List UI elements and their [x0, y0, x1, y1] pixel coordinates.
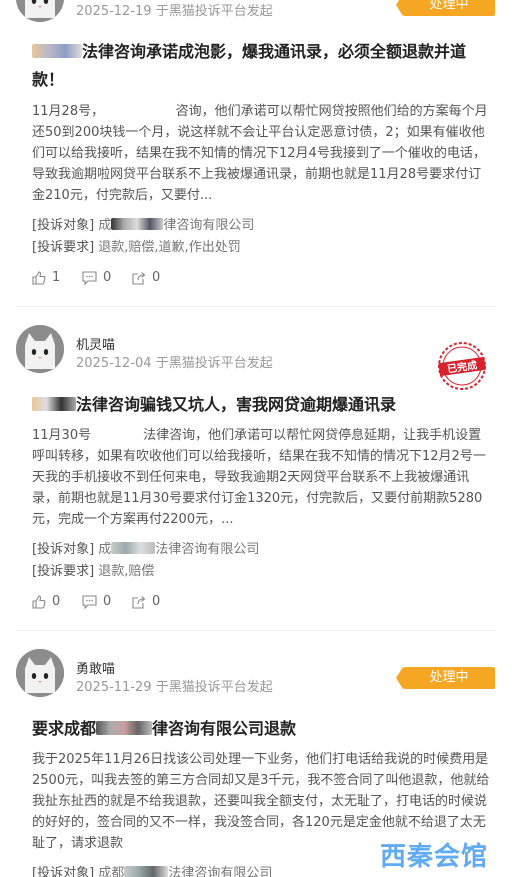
post-actions: 0 0 0: [32, 594, 182, 609]
cat-avatar-icon: [16, 325, 64, 373]
thumb-up-icon: [32, 594, 46, 609]
post-body: 11月28号， 咨询，他们承诺可以帮忙网贷按照他们给的方案每个月还50到200块…: [32, 104, 488, 203]
complaint-request: [投诉要求] 退款,赔偿,道歉,作出处罚: [32, 236, 241, 255]
redacted-text: [111, 542, 156, 554]
comment-count: 0: [103, 270, 112, 285]
post-date: 2025-12-04: [76, 356, 152, 371]
field-value: 成: [98, 218, 112, 233]
comment-count: 0: [103, 594, 112, 609]
post-title-text: 法律咨询骗钱又坑人，害我网贷逾期爆通讯录: [76, 395, 397, 414]
like-count: 0: [52, 594, 61, 609]
avatar[interactable]: [16, 325, 64, 373]
field-label: [投诉对象]: [32, 542, 95, 557]
post-date: 2025-12-19: [76, 4, 152, 19]
cat-avatar-icon: [16, 649, 64, 697]
username[interactable]: 机灵喵: [76, 334, 115, 353]
status-badge: 处理中: [396, 667, 495, 689]
like-count: 1: [52, 270, 61, 285]
field-value: 成都: [98, 866, 125, 877]
redacted-text: [111, 218, 164, 230]
complaint-target: [投诉对象] 成 法律咨询有限公司: [32, 538, 259, 557]
field-value: 成: [98, 542, 112, 557]
redacted-text: [32, 397, 76, 411]
status-badge-label: 处理中: [429, 0, 469, 12]
username[interactable]: 勇敢喵: [76, 658, 115, 677]
field-value: 退款,赔偿,道歉,作出处罚: [98, 240, 241, 255]
post-date: 2025-11-29: [76, 680, 152, 695]
thumb-up-icon: [32, 270, 46, 285]
field-label: [投诉对象]: [32, 866, 95, 877]
comment-button[interactable]: 0: [82, 270, 132, 285]
post-title[interactable]: 要求成都 律咨询有限公司退款: [32, 715, 494, 743]
complaint-request: [投诉要求] 退款,赔偿: [32, 560, 154, 579]
post-source: 于黑猫投诉平台发起: [155, 4, 273, 19]
field-value: 法律咨询有限公司: [168, 866, 273, 877]
field-label: [投诉要求]: [32, 240, 95, 255]
divider: [16, 630, 496, 631]
post-source: 于黑猫投诉平台发起: [155, 356, 273, 371]
post-title[interactable]: 法律咨询骗钱又坑人，害我网贷逾期爆通讯录: [32, 391, 494, 419]
cat-avatar-icon: [16, 0, 64, 22]
post-title-text: 法律咨询承诺成泡影，爆我通讯录，必须全额退款并道款！: [32, 42, 467, 89]
post-title-text: 要求成都: [32, 719, 97, 738]
field-value: 律咨询有限公司: [163, 218, 255, 233]
redacted-text: [32, 44, 82, 58]
share-count: 0: [152, 594, 161, 609]
like-button[interactable]: 0: [32, 594, 82, 609]
post-title[interactable]: 法律咨询承诺成泡影，爆我通讯录，必须全额退款并道款！: [32, 38, 494, 94]
completed-stamp-icon: 已完成: [437, 341, 487, 391]
share-button[interactable]: 0: [132, 594, 182, 609]
post-meta: 2025-11-29 于黑猫投诉平台发起: [76, 676, 273, 695]
post-source: 于黑猫投诉平台发起: [155, 680, 273, 695]
post-meta: 2025-12-04 于黑猫投诉平台发起: [76, 352, 273, 371]
share-icon: [132, 271, 146, 285]
avatar[interactable]: [16, 649, 64, 697]
field-label: [投诉对象]: [32, 218, 95, 233]
redacted-text: [96, 721, 153, 735]
field-value: 法律咨询有限公司: [155, 542, 260, 557]
divider: [16, 306, 496, 307]
status-badge: 处理中: [396, 0, 495, 16]
comment-button[interactable]: 0: [82, 594, 132, 609]
field-label: [投诉要求]: [32, 564, 95, 579]
share-count: 0: [152, 270, 161, 285]
post-actions: 1 0 0: [32, 270, 182, 285]
share-button[interactable]: 0: [132, 270, 182, 285]
comment-icon: [82, 594, 97, 609]
post-body: 11月30号 法律咨询，他们承诺可以帮忙网贷停息延期，让我手机设置呼叫转移，如果…: [32, 428, 486, 527]
post-meta: 2025-12-19 于黑猫投诉平台发起: [76, 0, 273, 19]
status-badge-label: 处理中: [429, 670, 469, 685]
share-icon: [132, 595, 146, 609]
post-title-text: 律咨询有限公司退款: [152, 719, 297, 738]
avatar[interactable]: [16, 0, 64, 22]
field-value: 退款,赔偿: [98, 564, 155, 579]
comment-icon: [82, 270, 97, 285]
like-button[interactable]: 1: [32, 270, 82, 285]
complaint-target: [投诉对象] 成 律咨询有限公司: [32, 214, 254, 233]
redacted-text: [124, 866, 169, 877]
watermark-logo: 西秦会馆: [380, 842, 489, 872]
complaint-target: [投诉对象] 成都 法律咨询有限公司: [32, 862, 272, 877]
